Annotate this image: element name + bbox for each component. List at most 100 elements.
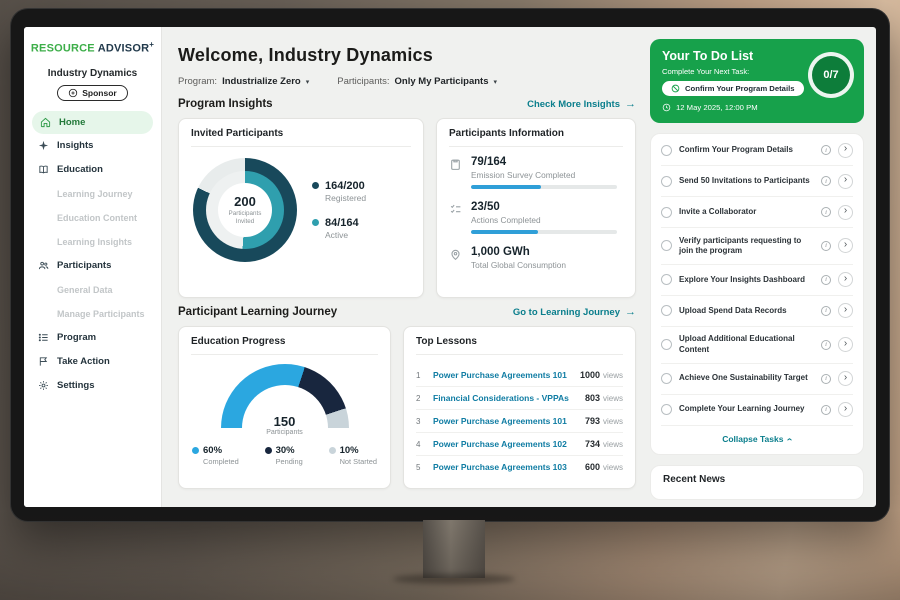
- sidebar-item-education[interactable]: Education: [24, 158, 161, 182]
- info-icon[interactable]: i: [821, 176, 831, 186]
- chevron-right-icon[interactable]: ›: [838, 303, 853, 318]
- chevron-down-icon: ▾: [306, 78, 310, 86]
- filter-bar: Program: Industrialize Zero ▾ Participan…: [178, 76, 636, 87]
- info-icon[interactable]: i: [821, 374, 831, 384]
- task-item[interactable]: Upload Additional Educational Content i …: [661, 327, 853, 364]
- todo-summary-card: Your To Do List Complete Your Next Task:…: [650, 39, 864, 123]
- lesson-row: 4 Power Purchase Agreements 102 734views: [416, 433, 623, 456]
- education-legend: 60% Completed 30% Pending 10% Not Starte…: [191, 445, 378, 466]
- flag-icon: [38, 356, 49, 367]
- task-checkbox[interactable]: [661, 339, 672, 350]
- task-checkbox[interactable]: [661, 373, 672, 384]
- lesson-link[interactable]: Financial Considerations - VPPAs: [433, 393, 577, 403]
- recent-news-card[interactable]: Recent News: [650, 465, 864, 500]
- sidebar-item-settings[interactable]: Settings: [24, 374, 161, 398]
- emission-progress-bar: [471, 185, 617, 189]
- book-icon: [38, 164, 49, 175]
- home-icon: [40, 117, 51, 128]
- chevron-right-icon[interactable]: ›: [838, 337, 853, 352]
- chevron-right-icon[interactable]: ›: [838, 272, 853, 287]
- sidebar-item-take-action[interactable]: Take Action: [24, 350, 161, 374]
- task-checkbox[interactable]: [661, 240, 672, 251]
- learning-journey-cards: Education Progress 150 Participants: [178, 326, 636, 489]
- sidebar-nav: Home Insights Education Learning Journey…: [24, 111, 161, 398]
- info-icon[interactable]: i: [821, 145, 831, 155]
- monitor-stand: [423, 520, 485, 578]
- sidebar-item-education-content[interactable]: Education Content: [24, 206, 161, 230]
- sidebar-item-manage-participants[interactable]: Manage Participants: [24, 302, 161, 326]
- chevron-right-icon[interactable]: ›: [838, 174, 853, 189]
- info-icon[interactable]: i: [821, 405, 831, 415]
- task-item[interactable]: Explore Your Insights Dashboard i ›: [661, 265, 853, 296]
- stat-emission-survey: 79/164 Emission Survey Completed: [449, 156, 623, 189]
- info-icon[interactable]: i: [821, 207, 831, 217]
- sidebar-item-participants[interactable]: Participants: [24, 254, 161, 278]
- task-checkbox[interactable]: [661, 274, 672, 285]
- task-item[interactable]: Confirm Your Program Details i ›: [661, 135, 853, 166]
- due-date: 12 May 2025, 12:00 PM: [662, 103, 852, 112]
- sidebar-item-general-data[interactable]: General Data: [24, 278, 161, 302]
- sidebar-item-insights[interactable]: Insights: [24, 134, 161, 158]
- task-checkbox[interactable]: [661, 404, 672, 415]
- lesson-link[interactable]: Power Purchase Agreements 101: [433, 370, 572, 380]
- org-name: Industry Dynamics: [24, 68, 161, 79]
- stat-global-consumption: 1,000 GWh Total Global Consumption: [449, 246, 623, 275]
- task-item[interactable]: Invite a Collaborator i ›: [661, 197, 853, 228]
- check-more-insights-link[interactable]: Check More Insights →: [527, 98, 636, 110]
- task-checkbox[interactable]: [661, 305, 672, 316]
- arrow-right-icon: →: [625, 306, 636, 318]
- section-title: Program Insights: [178, 98, 273, 110]
- go-to-learning-journey-link[interactable]: Go to Learning Journey →: [513, 306, 636, 318]
- info-icon[interactable]: i: [821, 306, 831, 316]
- sidebar-item-learning-insights[interactable]: Learning Insights: [24, 230, 161, 254]
- logo-advisor: ADVISOR: [98, 43, 150, 55]
- sponsor-badge[interactable]: Sponsor: [57, 85, 127, 101]
- lesson-link[interactable]: Power Purchase Agreements 101: [433, 416, 577, 426]
- invited-donut-center: 200 Participants Invited: [218, 183, 272, 237]
- participants-info-card: Participants Information 79/164 Emission…: [436, 118, 636, 298]
- next-task-pill[interactable]: Confirm Your Program Details: [662, 81, 804, 96]
- welcome-heading: Welcome, Industry Dynamics: [178, 45, 636, 66]
- task-item[interactable]: Send 50 Invitations to Participants i ›: [661, 166, 853, 197]
- task-checkbox[interactable]: [661, 145, 672, 156]
- lesson-row: 1 Power Purchase Agreements 101 1000view…: [416, 364, 623, 387]
- task-checkbox[interactable]: [661, 207, 672, 218]
- list-icon: [38, 332, 49, 343]
- app-screen: RESOURCE ADVISOR+ Industry Dynamics Spon…: [24, 27, 876, 507]
- task-item[interactable]: Achieve One Sustainability Target i ›: [661, 364, 853, 395]
- arrow-right-icon: →: [625, 98, 636, 110]
- location-pin-icon: [449, 248, 462, 261]
- legend-dot: [192, 447, 199, 454]
- task-item[interactable]: Upload Spend Data Records i ›: [661, 296, 853, 327]
- chevron-right-icon[interactable]: ›: [838, 402, 853, 417]
- program-dropdown[interactable]: Program: Industrialize Zero ▾: [178, 76, 309, 87]
- sidebar-item-home[interactable]: Home: [32, 111, 153, 134]
- sparkle-icon: [38, 140, 49, 151]
- participants-dropdown[interactable]: Participants: Only My Participants ▾: [337, 76, 497, 87]
- task-item[interactable]: Verify participants requesting to join t…: [661, 228, 853, 265]
- chevron-right-icon[interactable]: ›: [838, 143, 853, 158]
- info-icon[interactable]: i: [821, 241, 831, 251]
- sidebar: RESOURCE ADVISOR+ Industry Dynamics Spon…: [24, 27, 162, 507]
- todo-panel: Your To Do List Complete Your Next Task:…: [650, 27, 876, 507]
- info-icon[interactable]: i: [821, 275, 831, 285]
- legend-dot: [265, 447, 272, 454]
- chevron-right-icon[interactable]: ›: [838, 371, 853, 386]
- chevron-right-icon[interactable]: ›: [838, 205, 853, 220]
- info-icon[interactable]: i: [821, 340, 831, 350]
- invited-legend: 164/200 Registered 84/164 Active: [312, 180, 366, 240]
- collapse-tasks-link[interactable]: Collapse Tasks ›: [661, 426, 853, 452]
- lesson-link[interactable]: Power Purchase Agreements 103: [433, 462, 577, 472]
- card-title: Participants Information: [449, 128, 623, 147]
- lesson-row: 2 Financial Considerations - VPPAs 803vi…: [416, 387, 623, 410]
- lesson-link[interactable]: Power Purchase Agreements 102: [433, 439, 577, 449]
- legend-registered: 164/200 Registered: [312, 180, 366, 203]
- people-icon: [38, 260, 49, 271]
- task-item[interactable]: Complete Your Learning Journey i ›: [661, 395, 853, 426]
- sponsor-badge-label: Sponsor: [82, 88, 116, 98]
- lesson-row: 5 Power Purchase Agreements 103 600views: [416, 456, 623, 478]
- sidebar-item-program[interactable]: Program: [24, 326, 161, 350]
- sidebar-item-learning-journey[interactable]: Learning Journey: [24, 182, 161, 206]
- task-checkbox[interactable]: [661, 176, 672, 187]
- chevron-right-icon[interactable]: ›: [838, 238, 853, 253]
